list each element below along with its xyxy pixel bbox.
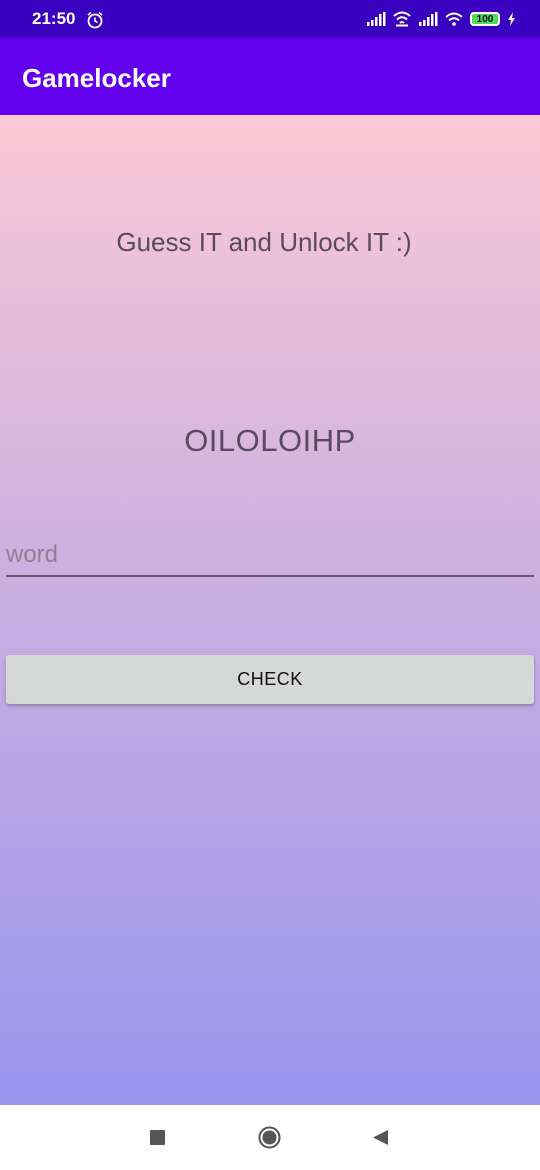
signal-icon (419, 12, 438, 26)
back-icon[interactable] (372, 1129, 389, 1146)
main-content: Guess IT and Unlock IT :) OILOLOIHP CHEC… (0, 115, 540, 1105)
wifi-icon (445, 12, 463, 26)
status-bar: 21:50 100 (0, 0, 540, 38)
scrambled-word: OILOLOIHP (184, 423, 356, 458)
battery-icon: 100 (470, 12, 500, 26)
wifi-icon (393, 11, 411, 27)
status-icons: 100 (366, 0, 516, 38)
charging-icon (508, 12, 515, 26)
status-time: 21:50 (32, 9, 76, 28)
word-input[interactable] (6, 535, 534, 577)
signal-icon (367, 12, 386, 26)
alarm-icon (87, 11, 103, 29)
navigation-bar (0, 1105, 540, 1170)
recent-apps-icon[interactable] (150, 1130, 165, 1145)
home-icon[interactable] (258, 1126, 281, 1149)
battery-level: 100 (476, 13, 494, 25)
app-title: Gamelocker (22, 63, 171, 93)
app-bar: Gamelocker (0, 38, 540, 115)
check-button[interactable]: CHECK (6, 655, 534, 704)
subtitle-text: Guess IT and Unlock IT :) (116, 227, 412, 257)
